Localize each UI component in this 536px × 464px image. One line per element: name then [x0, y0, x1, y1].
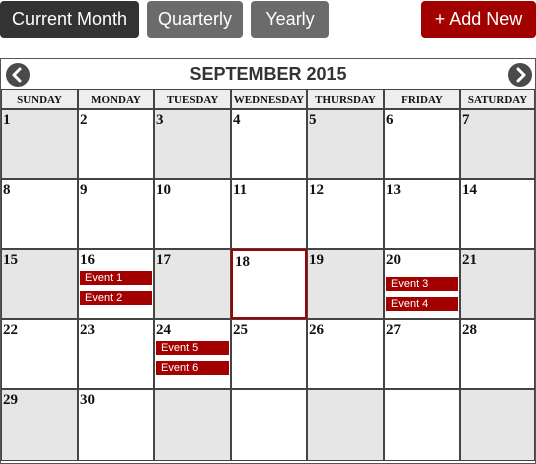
weekday-label: WEDNESDAY — [231, 89, 307, 109]
weekday-label: SUNDAY — [1, 89, 78, 109]
day-number: 16 — [80, 252, 95, 268]
calendar: SEPTEMBER 2015 SUNDAY MONDAY TUESDAY WEDNES… — [0, 58, 536, 464]
month-title: SEPTEMBER 2015 — [189, 64, 347, 84]
day-number: 6 — [386, 112, 394, 128]
day-cell[interactable]: 28 — [460, 319, 535, 389]
weekday-label: THURSDAY — [307, 89, 384, 109]
day-cell[interactable]: 7 — [460, 109, 535, 179]
calendar-grid: 1 2 3 4 5 6 7 8 9 10 11 12 13 14 15 16 Event 1 Event 2 17 1… — [1, 109, 535, 463]
day-cell[interactable]: 26 — [307, 319, 384, 389]
day-number: 12 — [309, 182, 324, 198]
weekday-label: TUESDAY — [154, 89, 231, 109]
day-number: 1 — [3, 112, 11, 128]
day-number: 3 — [156, 112, 164, 128]
day-number: 28 — [462, 322, 477, 338]
day-number: 22 — [3, 322, 18, 338]
view-toolbar: Current Month Quarterly Yearly + Add New — [0, 0, 536, 40]
event-item[interactable]: Event 1 — [80, 271, 152, 285]
event-item[interactable]: Event 4 — [386, 297, 458, 311]
next-month-button[interactable] — [508, 63, 532, 87]
day-cell[interactable]: 22 — [1, 319, 78, 389]
day-cell[interactable]: 14 — [460, 179, 535, 249]
day-cell[interactable] — [231, 389, 307, 461]
day-cell[interactable]: 3 — [154, 109, 231, 179]
day-cell[interactable]: 15 — [1, 249, 78, 319]
day-number: 27 — [386, 322, 401, 338]
day-cell[interactable] — [384, 389, 460, 461]
day-number: 30 — [80, 392, 95, 408]
calendar-header: SEPTEMBER 2015 — [1, 59, 535, 89]
day-cell[interactable]: 11 — [231, 179, 307, 249]
day-number: 23 — [80, 322, 95, 338]
weekday-label: FRIDAY — [384, 89, 460, 109]
quarterly-button[interactable]: Quarterly — [147, 1, 243, 38]
day-cell[interactable]: 19 — [307, 249, 384, 319]
day-number: 24 — [156, 322, 171, 338]
chevron-right-icon — [516, 67, 526, 83]
day-cell[interactable]: 6 — [384, 109, 460, 179]
day-cell[interactable]: 23 — [78, 319, 154, 389]
day-number: 20 — [386, 252, 401, 268]
day-number: 17 — [156, 252, 171, 268]
event-item[interactable]: Event 3 — [386, 277, 458, 291]
day-cell[interactable]: 27 — [384, 319, 460, 389]
chevron-left-icon — [12, 67, 22, 83]
event-item[interactable]: Event 6 — [156, 361, 229, 375]
weekday-label: MONDAY — [78, 89, 154, 109]
day-cell[interactable]: 2 — [78, 109, 154, 179]
day-number: 7 — [462, 112, 470, 128]
yearly-button[interactable]: Yearly — [251, 1, 329, 38]
event-item[interactable]: Event 5 — [156, 341, 229, 355]
day-cell[interactable] — [307, 389, 384, 461]
day-cell[interactable]: 17 — [154, 249, 231, 319]
day-cell[interactable]: 24 Event 5 Event 6 — [154, 319, 231, 389]
day-cell[interactable]: 29 — [1, 389, 78, 461]
current-month-button[interactable]: Current Month — [0, 1, 139, 38]
day-cell[interactable]: 30 — [78, 389, 154, 461]
day-cell-today[interactable]: 18 — [231, 249, 307, 319]
day-cell[interactable]: 20 Event 3 Event 4 — [384, 249, 460, 319]
day-number: 19 — [309, 252, 324, 268]
day-number: 2 — [80, 112, 88, 128]
weekday-label: SATURDAY — [460, 89, 535, 109]
day-number: 25 — [233, 322, 248, 338]
day-number: 9 — [80, 182, 88, 198]
day-number: 29 — [3, 392, 18, 408]
day-number: 18 — [235, 254, 250, 270]
day-number: 26 — [309, 322, 324, 338]
day-cell[interactable]: 8 — [1, 179, 78, 249]
day-number: 5 — [309, 112, 317, 128]
weekday-header-row: SUNDAY MONDAY TUESDAY WEDNESDAY THURSDAY FRID… — [1, 89, 535, 109]
day-number: 10 — [156, 182, 171, 198]
day-number: 13 — [386, 182, 401, 198]
day-cell[interactable]: 16 Event 1 Event 2 — [78, 249, 154, 319]
day-cell[interactable]: 1 — [1, 109, 78, 179]
day-number: 4 — [233, 112, 241, 128]
day-number: 14 — [462, 182, 477, 198]
day-cell[interactable]: 9 — [78, 179, 154, 249]
day-cell[interactable]: 12 — [307, 179, 384, 249]
day-cell[interactable]: 4 — [231, 109, 307, 179]
prev-month-button[interactable] — [6, 63, 30, 87]
day-number: 15 — [3, 252, 18, 268]
day-cell[interactable] — [460, 389, 535, 461]
day-cell[interactable]: 21 — [460, 249, 535, 319]
day-cell[interactable]: 10 — [154, 179, 231, 249]
day-cell[interactable]: 5 — [307, 109, 384, 179]
day-cell[interactable]: 25 — [231, 319, 307, 389]
day-number: 8 — [3, 182, 11, 198]
add-new-button[interactable]: + Add New — [421, 1, 536, 38]
day-cell[interactable] — [154, 389, 231, 461]
event-item[interactable]: Event 2 — [80, 291, 152, 305]
day-cell[interactable]: 13 — [384, 179, 460, 249]
day-number: 21 — [462, 252, 477, 268]
day-number: 11 — [233, 182, 248, 198]
